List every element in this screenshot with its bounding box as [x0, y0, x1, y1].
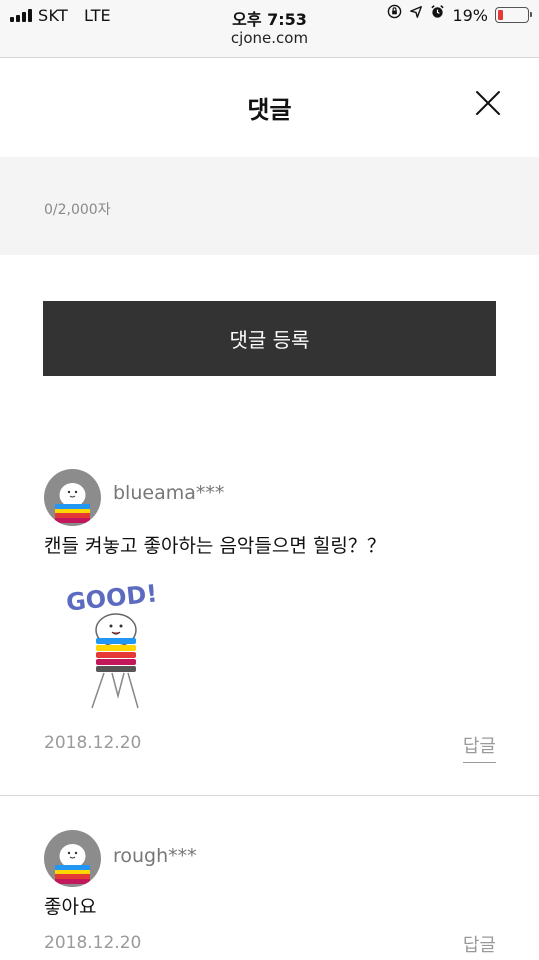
- comment-text: 좋아요: [44, 896, 97, 918]
- status-row: SKT LTE 오후 7:53 19%: [0, 4, 539, 29]
- reply-button[interactable]: 답글: [462, 732, 496, 763]
- status-right-group: 19%: [387, 4, 532, 26]
- comment-date: 2018.12.20: [44, 733, 142, 753]
- page-title: 댓글: [247, 96, 292, 124]
- avatar: [44, 830, 101, 887]
- lock-rotation-icon: [387, 4, 402, 26]
- battery-icon: [495, 7, 532, 23]
- comment-text: 캔들 켜놓고 좋아하는 음악들으면 힐링？？: [44, 535, 386, 557]
- reply-button[interactable]: 답글: [463, 931, 496, 960]
- location-arrow-icon: [409, 4, 423, 26]
- submit-comment-button[interactable]: 댓글 등록: [43, 301, 496, 376]
- sticker-text: GOOD!: [65, 579, 159, 616]
- page-header: 댓글: [0, 58, 539, 156]
- close-icon: [476, 91, 500, 115]
- avatar: [44, 469, 101, 526]
- alarm-clock-icon: [430, 4, 445, 26]
- comment-username: rough***: [113, 845, 197, 867]
- comment-textarea[interactable]: 0/2,000자: [0, 157, 539, 255]
- comment-divider: [0, 795, 539, 796]
- address-bar-url[interactable]: cjone.com: [0, 29, 539, 47]
- status-bar: SKT LTE 오후 7:53 19% cjone.com: [0, 0, 539, 58]
- battery-percent: 19%: [452, 5, 488, 25]
- char-count: 0/2,000자: [44, 202, 111, 218]
- close-button[interactable]: [473, 88, 503, 118]
- battery-level: [498, 10, 503, 20]
- good-sticker-image: GOOD!: [62, 578, 172, 716]
- comment-username: blueama***: [113, 482, 225, 504]
- comment-date: 2018.12.20: [44, 933, 142, 953]
